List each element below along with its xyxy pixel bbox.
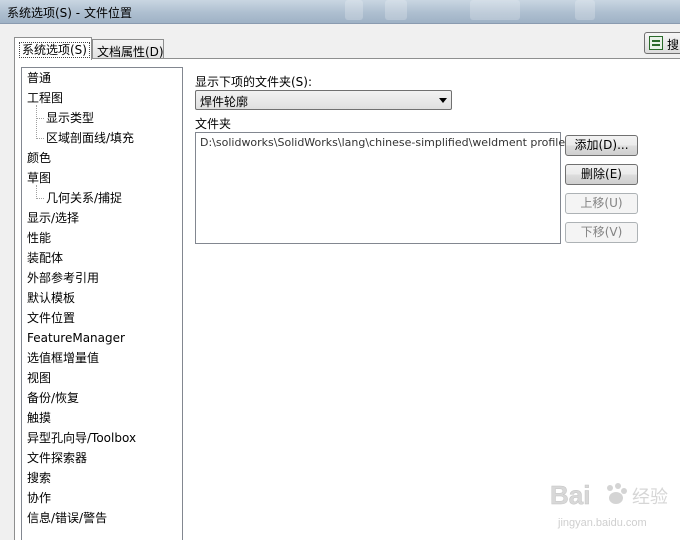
show-folders-for-label: 显示下项的文件夹(S): (195, 75, 313, 89)
watermark-logo: Bai 经验 jingyan.baidu.com (550, 480, 668, 529)
tree-item-assemblies[interactable]: 装配体 (27, 249, 63, 267)
tree-item-default-templates[interactable]: 默认模板 (27, 289, 75, 307)
options-dialog: 系统选项(S) - 文件位置 搜 系统选项(S) 文档属性(D) 普通 工程图 … (0, 0, 680, 540)
tree-item-collaboration[interactable]: 协作 (27, 489, 51, 507)
blurred-background (575, 0, 595, 20)
window-title: 系统选项(S) - 文件位置 (7, 6, 132, 20)
tab-system-options[interactable]: 系统选项(S) (14, 37, 92, 60)
options-tree[interactable]: 普通 工程图 显示类型 区域剖面线/填充 颜色 草图 几何关系/捕捉 显示/选择… (21, 67, 183, 540)
tree-item-backup-recover[interactable]: 备份/恢复 (27, 389, 79, 407)
tree-item-search[interactable]: 搜索 (27, 469, 51, 487)
select-value: 焊件轮廓 (200, 95, 249, 109)
search-label: 搜 (667, 38, 680, 52)
tree-connector (36, 118, 44, 119)
tree-item-external-references[interactable]: 外部参考引用 (27, 269, 99, 287)
paw-icon (607, 483, 627, 504)
move-down-button[interactable]: 下移(V) (565, 222, 638, 243)
add-folder-button[interactable]: 添加(D)... (565, 135, 638, 156)
tree-item-featuremanager[interactable]: FeatureManager (27, 329, 125, 347)
tab-label: 系统选项(S) (19, 42, 90, 58)
blurred-background (345, 0, 363, 20)
tree-item-messages-errors-warnings[interactable]: 信息/错误/警告 (27, 509, 107, 527)
tree-item-file-explorer[interactable]: 文件探索器 (27, 449, 87, 467)
tree-connector (36, 138, 44, 139)
tree-item-spin-box-increments[interactable]: 选值框增量值 (27, 349, 99, 367)
blurred-background (470, 0, 520, 20)
folders-list[interactable]: D:\solidworks\SolidWorks\lang\chinese-si… (195, 132, 571, 244)
move-up-button[interactable]: 上移(U) (565, 193, 638, 214)
tree-connector (36, 105, 37, 139)
tree-item-display-selection[interactable]: 显示/选择 (27, 209, 79, 227)
tree-item-relations-snaps[interactable]: 几何关系/捕捉 (46, 189, 122, 207)
list-icon (649, 36, 663, 50)
tree-item-display-style[interactable]: 显示类型 (46, 109, 94, 127)
tree-item-area-hatch[interactable]: 区域剖面线/填充 (46, 129, 134, 147)
tree-item-hole-wizard-toolbox[interactable]: 异型孔向导/Toolbox (27, 429, 136, 447)
tree-connector (36, 185, 37, 199)
tree-item-colors[interactable]: 颜色 (27, 149, 51, 167)
search-options-button[interactable]: 搜 (644, 32, 680, 54)
delete-folder-button[interactable]: 删除(E) (565, 164, 638, 185)
tree-item-file-locations[interactable]: 文件位置 (27, 309, 75, 327)
tab-label: 文档属性(D) (97, 45, 164, 59)
tree-connector (36, 198, 44, 199)
tab-document-properties[interactable]: 文档属性(D) (92, 39, 164, 59)
tree-item-drawings[interactable]: 工程图 (27, 89, 63, 107)
list-item[interactable]: D:\solidworks\SolidWorks\lang\chinese-si… (200, 136, 571, 149)
chevron-down-icon (439, 98, 447, 103)
watermark-brand: Bai (550, 480, 590, 510)
watermark-jingyan: 经验 (632, 487, 668, 508)
tree-item-general[interactable]: 普通 (27, 69, 51, 87)
watermark-url: jingyan.baidu.com (557, 517, 647, 529)
tree-item-view[interactable]: 视图 (27, 369, 51, 387)
tree-item-performance[interactable]: 性能 (27, 229, 51, 247)
folders-label: 文件夹 (195, 117, 232, 131)
tree-item-touch[interactable]: 触摸 (27, 409, 51, 427)
show-folders-for-select[interactable]: 焊件轮廓 (195, 90, 452, 110)
blurred-background (385, 0, 407, 20)
tree-item-sketch[interactable]: 草图 (27, 169, 51, 187)
title-bar: 系统选项(S) - 文件位置 (0, 0, 680, 24)
